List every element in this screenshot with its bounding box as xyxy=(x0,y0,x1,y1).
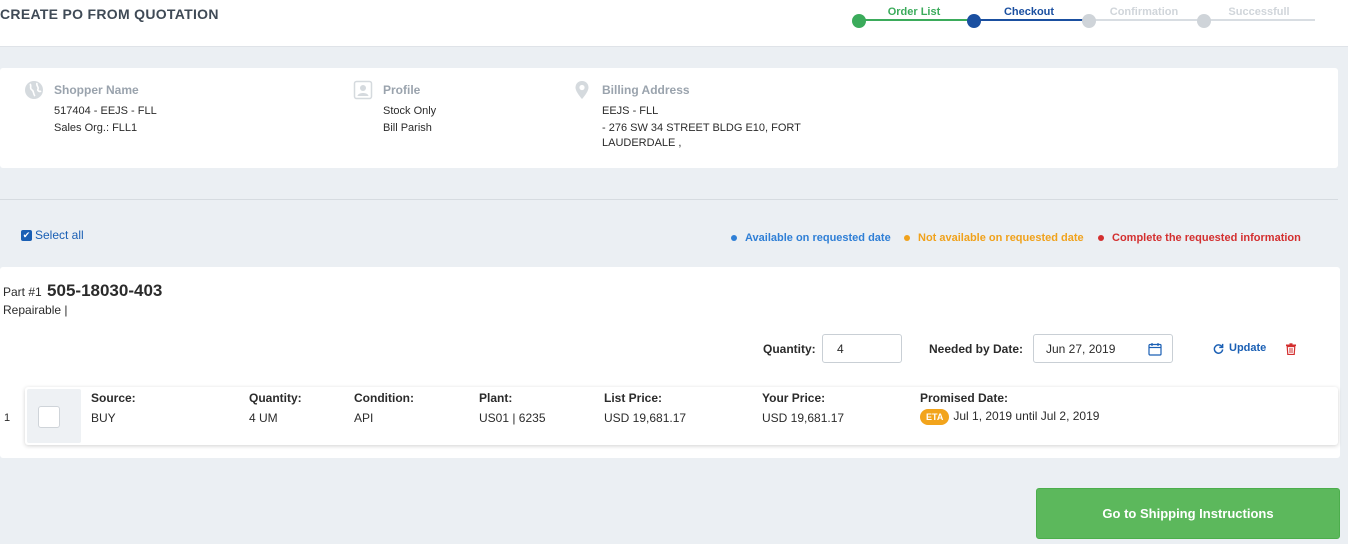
step-label-order-list[interactable]: Order List xyxy=(859,6,969,18)
sales-org: Sales Org.: FLL1 xyxy=(54,122,138,134)
stepper-line-active xyxy=(974,19,1089,21)
condition-value: API xyxy=(354,411,374,425)
source-value: BUY xyxy=(91,411,116,425)
billing-address-line2: LAUDERDALE , xyxy=(602,137,682,149)
needed-date-value: Jun 27, 2019 xyxy=(1046,342,1116,356)
row-index: 1 xyxy=(4,412,11,424)
trash-icon[interactable] xyxy=(1285,343,1297,355)
go-to-shipping-button[interactable]: Go to Shipping Instructions xyxy=(1036,488,1340,539)
part-prefix: Part #1 xyxy=(3,285,42,299)
plant-label: Plant: xyxy=(479,391,513,405)
list-price-label: List Price: xyxy=(604,391,663,405)
step-label-successfull: Successfull xyxy=(1228,6,1290,18)
legend-complete-info-label: Complete the requested information xyxy=(1112,232,1301,244)
page-title: CREATE PO FROM QUOTATION xyxy=(0,6,219,22)
checkout-stepper: Order List Checkout Confirmation Success… xyxy=(850,0,1320,40)
page-header: CREATE PO FROM QUOTATION Order List Chec… xyxy=(0,0,1348,47)
part-number: 505-18030-403 xyxy=(47,281,163,300)
legend-available-label: Available on requested date xyxy=(745,232,891,244)
row-select-cell xyxy=(27,389,81,443)
profile-card-icon xyxy=(353,80,373,100)
dot-icon xyxy=(1098,235,1104,241)
row-checkbox[interactable] xyxy=(38,406,60,428)
legend-not-available-label: Not available on requested date xyxy=(918,232,1084,244)
your-price-label: Your Price: xyxy=(762,391,826,405)
section-divider xyxy=(0,199,1338,200)
billing-address-line1: - 276 SW 34 STREET BLDG E10, FORT xyxy=(602,122,801,134)
eta-badge: ETA xyxy=(920,409,950,425)
select-all-checkbox[interactable]: ✔ Select all xyxy=(21,228,84,242)
plant-value: US01 | 6235 xyxy=(479,411,546,425)
refresh-icon xyxy=(1213,343,1224,354)
part-card: Part #1 505-18030-403 Repairable | Quant… xyxy=(0,267,1340,458)
globe-icon xyxy=(25,81,43,99)
list-price-value: USD 19,681.17 xyxy=(604,411,687,425)
update-label: Update xyxy=(1229,342,1267,354)
checkbox-checked-icon: ✔ xyxy=(21,229,32,241)
dot-icon xyxy=(904,235,910,241)
shopper-id: 517404 - EEJS - FLL xyxy=(54,105,157,117)
condition-label: Condition: xyxy=(354,391,414,405)
source-label: Source: xyxy=(91,391,136,405)
line-item-row: Source: BUY Quantity: 4 UM Condition: AP… xyxy=(25,387,1338,445)
needed-date-input[interactable]: Jun 27, 2019 xyxy=(1033,334,1173,363)
legend-not-available: Not available on requested date xyxy=(904,232,1084,244)
quantity-label: Quantity: xyxy=(763,342,816,356)
shopper-heading: Shopper Name xyxy=(54,83,139,97)
legend-complete-info: Complete the requested information xyxy=(1098,232,1301,244)
profile-user: Bill Parish xyxy=(383,122,432,134)
billing-heading: Billing Address xyxy=(602,83,690,97)
your-price-value: USD 19,681.17 xyxy=(762,411,845,425)
promised-date: ETA Jul 1, 2019 until Jul 2, 2019 xyxy=(920,409,1099,425)
profile-heading: Profile xyxy=(383,83,421,97)
order-info-card: Shopper Name 517404 - EEJS - FLL Sales O… xyxy=(0,68,1338,168)
legend-available: Available on requested date xyxy=(731,232,891,244)
promised-date-value: Jul 1, 2019 until Jul 2, 2019 xyxy=(953,409,1100,424)
stepper-line-done xyxy=(858,19,974,21)
promised-date-label: Promised Date: xyxy=(920,391,1009,405)
update-button[interactable]: Update xyxy=(1213,342,1266,354)
map-pin-icon xyxy=(575,81,589,99)
profile-type: Stock Only xyxy=(383,105,437,117)
quantity-input[interactable] xyxy=(822,334,902,363)
needed-date-label: Needed by Date: xyxy=(929,342,1024,356)
billing-name: EEJS - FLL xyxy=(602,105,659,117)
select-all-label: Select all xyxy=(35,228,84,242)
part-subtitle: Repairable | xyxy=(3,303,68,317)
part-heading: Part #1 505-18030-403 xyxy=(3,281,162,301)
calendar-icon[interactable] xyxy=(1148,342,1162,356)
step-label-confirmation: Confirmation xyxy=(1109,6,1179,18)
item-quantity-value: 4 UM xyxy=(249,411,278,425)
step-label-checkout[interactable]: Checkout xyxy=(974,6,1084,18)
dot-icon xyxy=(731,235,737,241)
item-quantity-label: Quantity: xyxy=(249,391,302,405)
